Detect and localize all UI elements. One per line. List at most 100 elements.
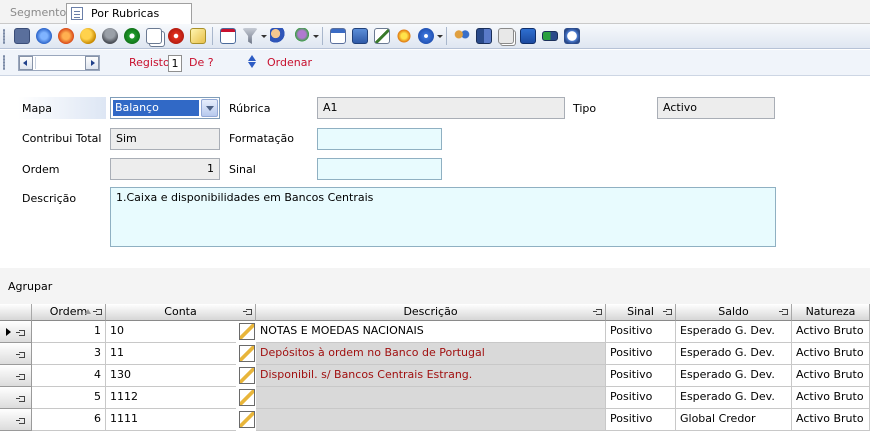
cell-descricao[interactable]: Disponibil. s/ Bancos Centrais Estrang.: [256, 365, 606, 387]
cell-conta[interactable]: 1112: [106, 387, 236, 409]
tab-segmento[interactable]: Segmento: [4, 3, 66, 24]
calendar-icon[interactable]: [330, 28, 346, 44]
record-scroll-thumb[interactable]: [35, 57, 65, 69]
sort-icon[interactable]: [247, 55, 257, 69]
card-icon[interactable]: [520, 28, 536, 44]
cell-conta[interactable]: 11: [106, 343, 236, 365]
cell-conta[interactable]: 130: [106, 365, 236, 387]
help-dropdown-icon[interactable]: [437, 35, 443, 38]
cell-sinal[interactable]: Positivo: [606, 387, 676, 409]
chevron-down-icon[interactable]: [201, 99, 218, 117]
pin-icon[interactable]: [16, 373, 25, 380]
row-selector[interactable]: [0, 321, 32, 343]
cell-saldo[interactable]: Esperado G. Dev.: [676, 365, 792, 387]
pin-icon[interactable]: [593, 308, 602, 315]
edit-icon[interactable]: [239, 323, 255, 340]
ordem-field[interactable]: 1: [110, 158, 220, 180]
mapa-select[interactable]: Balanço: [110, 97, 220, 119]
cell-natureza[interactable]: Activo Bruto: [792, 365, 870, 387]
navbar-grip[interactable]: [3, 55, 5, 70]
row-selector[interactable]: [0, 365, 32, 387]
tipo-field[interactable]: Activo: [657, 97, 775, 119]
ordenar-button[interactable]: Ordenar: [267, 56, 312, 69]
calculator-icon[interactable]: [352, 28, 368, 44]
clock-icon[interactable]: [564, 28, 580, 44]
save-icon[interactable]: [14, 28, 30, 44]
pin-icon[interactable]: [243, 308, 252, 315]
cell-ordem[interactable]: 6: [32, 409, 106, 431]
row-selector[interactable]: [0, 387, 32, 409]
cell-descricao[interactable]: Depósitos à ordem no Banco de Portugal: [256, 343, 606, 365]
column-header-conta[interactable]: Conta: [106, 304, 256, 321]
refresh-icon[interactable]: [36, 28, 52, 44]
cell-ordem[interactable]: 5: [32, 387, 106, 409]
filter-icon[interactable]: [242, 28, 258, 44]
record-scrollbar[interactable]: [18, 55, 100, 71]
column-header-natureza[interactable]: Natureza: [792, 304, 870, 321]
documents-icon[interactable]: [498, 28, 514, 44]
pin-icon[interactable]: [93, 308, 102, 315]
download-icon[interactable]: [294, 28, 310, 44]
rubrica-field[interactable]: A1: [317, 97, 565, 119]
wizard-icon[interactable]: [396, 28, 412, 44]
pin-icon[interactable]: [663, 308, 672, 315]
group-icon[interactable]: [80, 28, 96, 44]
export-icon[interactable]: [220, 28, 236, 44]
group-by-area[interactable]: Agrupar: [0, 268, 870, 304]
table-row[interactable]: 6 1111 Positivo Global Credor Activo Bru…: [0, 409, 870, 431]
cell-sinal[interactable]: Positivo: [606, 321, 676, 343]
pin-icon[interactable]: [16, 417, 25, 424]
help-icon[interactable]: [418, 28, 434, 44]
edit-icon[interactable]: [239, 411, 255, 428]
edit-icon[interactable]: [374, 28, 390, 44]
registo-input[interactable]: 1: [168, 55, 182, 72]
edit-icon[interactable]: [239, 367, 255, 384]
table-row[interactable]: 3 11 Depósitos à ordem no Banco de Portu…: [0, 343, 870, 365]
pin-icon[interactable]: [16, 329, 25, 336]
pin-icon[interactable]: [16, 351, 25, 358]
cell-sinal[interactable]: Positivo: [606, 365, 676, 387]
cell-saldo[interactable]: Esperado G. Dev.: [676, 387, 792, 409]
cell-descricao[interactable]: [256, 409, 606, 431]
cell-saldo[interactable]: Esperado G. Dev.: [676, 321, 792, 343]
tab-por-rubricas[interactable]: Por Rubricas (v1.0): [66, 3, 192, 39]
table-row[interactable]: 5 1112 Positivo Esperado G. Dev. Activo …: [0, 387, 870, 409]
cell-sinal[interactable]: Positivo: [606, 343, 676, 365]
contacts-icon[interactable]: [454, 28, 470, 44]
table-row[interactable]: 1 10 NOTAS E MOEDAS NACIONAIS Positivo E…: [0, 321, 870, 343]
battery-icon[interactable]: [542, 31, 558, 41]
delete-icon[interactable]: [168, 28, 184, 44]
cell-saldo[interactable]: Esperado G. Dev.: [676, 343, 792, 365]
cell-sinal[interactable]: Positivo: [606, 409, 676, 431]
cell-ordem[interactable]: 4: [32, 365, 106, 387]
descricao-textarea[interactable]: 1.Caixa e disponibilidades em Bancos Cen…: [110, 187, 776, 247]
cell-conta[interactable]: 1111: [106, 409, 236, 431]
cell-descricao[interactable]: NOTAS E MOEDAS NACIONAIS: [256, 321, 606, 343]
pin-icon[interactable]: [779, 308, 788, 315]
contribui-total-field[interactable]: Sim: [110, 128, 220, 150]
undo-icon[interactable]: [58, 28, 74, 44]
cell-conta[interactable]: 10: [106, 321, 236, 343]
cell-natureza[interactable]: Activo Bruto: [792, 343, 870, 365]
copy-icon[interactable]: [146, 28, 162, 44]
formatacao-field[interactable]: [317, 128, 442, 150]
previous-record-button[interactable]: [19, 56, 33, 70]
edit-icon[interactable]: [239, 389, 255, 406]
user-lookup-icon[interactable]: [270, 28, 286, 44]
row-selector[interactable]: [0, 343, 32, 365]
table-row[interactable]: 4 130 Disponibil. s/ Bancos Centrais Est…: [0, 365, 870, 387]
cell-natureza[interactable]: Activo Bruto: [792, 321, 870, 343]
add-icon[interactable]: [124, 28, 140, 44]
edit-icon[interactable]: [239, 345, 255, 362]
next-record-button[interactable]: [85, 56, 99, 70]
book-icon[interactable]: [476, 28, 492, 44]
toolbar-grip[interactable]: [3, 29, 5, 44]
row-selector[interactable]: [0, 409, 32, 431]
users-icon[interactable]: [102, 28, 118, 44]
cell-ordem[interactable]: 3: [32, 343, 106, 365]
column-header-ordem[interactable]: Ordem: [32, 304, 106, 321]
sinal-field[interactable]: [317, 158, 442, 180]
cell-natureza[interactable]: Activo Bruto: [792, 409, 870, 431]
cell-ordem[interactable]: 1: [32, 321, 106, 343]
column-header-descricao[interactable]: Descrição: [256, 304, 606, 321]
